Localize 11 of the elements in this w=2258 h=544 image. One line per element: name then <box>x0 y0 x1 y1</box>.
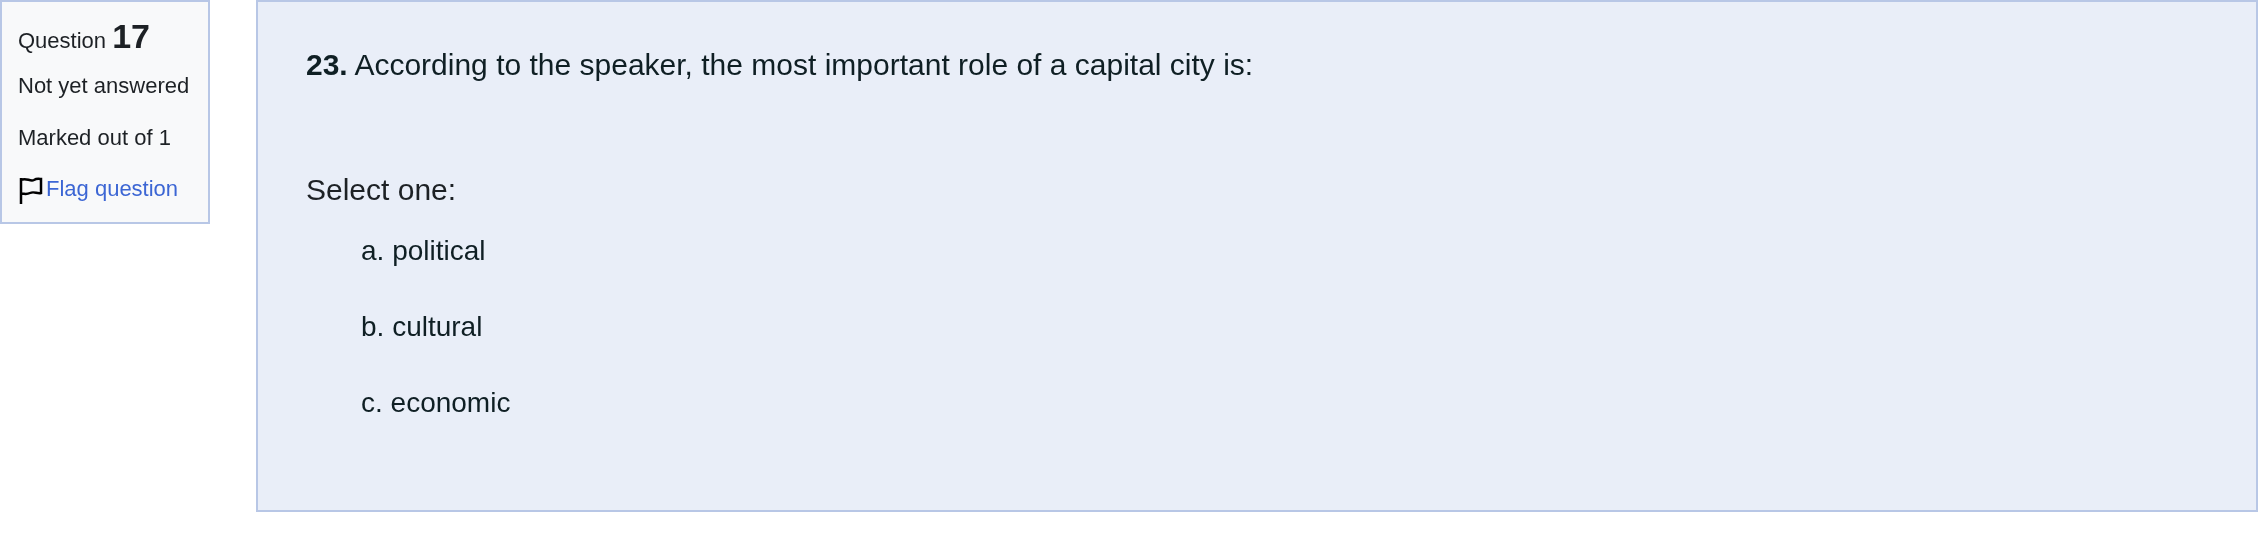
grade-text: Marked out of 1 <box>18 123 172 152</box>
question-text: 23. According to the speaker, the most important role of a capital city is: <box>306 47 1255 83</box>
answer-status: Not yet answered <box>18 72 191 101</box>
select-prompt: Select one: <box>306 172 458 208</box>
flag-question-link[interactable]: Flag question <box>46 170 179 208</box>
question-label: Question <box>18 28 107 53</box>
answer-option[interactable]: a. political <box>306 230 2208 272</box>
answer-option[interactable]: c. economic <box>306 382 2208 424</box>
answer-option[interactable]: b. cultural <box>306 306 2208 348</box>
question-number: 17 <box>112 17 150 55</box>
flag-icon <box>18 176 44 207</box>
